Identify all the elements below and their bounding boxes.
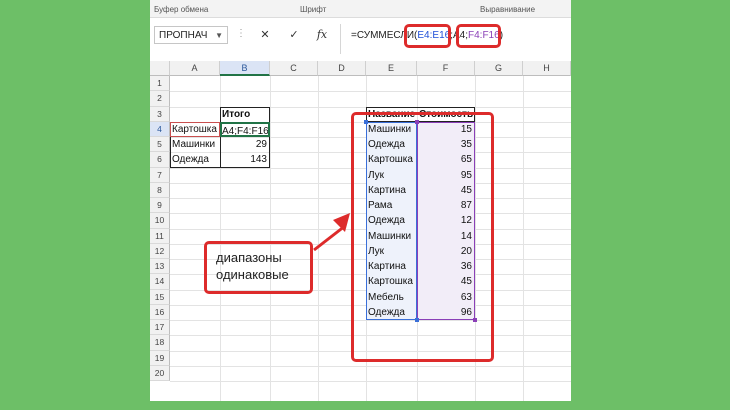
select-all-corner[interactable] — [150, 61, 170, 76]
row-header[interactable]: 15 — [150, 289, 170, 305]
callout-line-2: одинаковые — [216, 267, 289, 282]
row-header[interactable]: 11 — [150, 228, 170, 244]
gridline — [270, 76, 271, 401]
row-header[interactable]: 4 — [150, 121, 170, 137]
column-header-b[interactable]: B — [220, 61, 270, 76]
gridline — [170, 365, 571, 367]
column-header-h[interactable]: H — [523, 61, 571, 76]
name-box-value: ПРОПНАЧ — [159, 30, 208, 41]
gridline — [170, 91, 571, 93]
column-header-a[interactable]: A — [170, 61, 220, 76]
name-box[interactable]: ПРОПНАЧ ▼ — [154, 26, 228, 44]
summary-name-cell[interactable]: Одежда — [170, 152, 220, 167]
row-header[interactable]: 1 — [150, 76, 170, 92]
row-header[interactable]: 6 — [150, 152, 170, 168]
summary-name-cell[interactable]: Картошка — [170, 122, 220, 137]
formula-bar: ПРОПНАЧ ▼ ⋮ ✕ ✓ fx =СУММЕСЛИ(E4:E16;A4;F… — [150, 18, 571, 60]
row-header[interactable]: 5 — [150, 137, 170, 153]
summary-name-cell[interactable]: Машинки — [170, 137, 220, 152]
summary-header[interactable]: Итого — [220, 107, 270, 122]
enter-button[interactable]: ✓ — [283, 26, 305, 44]
callout-line-1: диапазоны — [216, 250, 282, 265]
row-header[interactable]: 17 — [150, 320, 170, 336]
row-header[interactable]: 13 — [150, 259, 170, 275]
row-header[interactable]: 12 — [150, 243, 170, 259]
range-1-annotation-box — [404, 24, 451, 48]
ribbon-group-labels: Буфер обмена Шрифт Выравнивание — [150, 0, 571, 18]
column-header-d[interactable]: D — [318, 61, 366, 76]
summary-value-cell[interactable]: 29 — [220, 137, 270, 152]
column-header-f[interactable]: F — [417, 61, 475, 76]
ribbon-group-alignment[interactable]: Выравнивание — [480, 5, 535, 14]
row-header[interactable]: 18 — [150, 335, 170, 351]
gridline — [170, 381, 571, 382]
row-header[interactable]: 14 — [150, 274, 170, 290]
ribbon-group-font[interactable]: Шрифт — [300, 5, 326, 14]
active-cell[interactable]: A4;F4:F16) — [220, 121, 270, 137]
drag-handle-icon[interactable]: ⋮ — [236, 28, 247, 39]
column-header-e[interactable]: E — [366, 61, 417, 76]
row-header[interactable]: 19 — [150, 350, 170, 366]
row-header[interactable]: 16 — [150, 304, 170, 320]
row-header[interactable]: 8 — [150, 182, 170, 198]
summary-value-cell[interactable]: 143 — [220, 152, 270, 167]
row-header[interactable]: 3 — [150, 106, 170, 122]
callout-text: диапазоны одинаковые — [216, 249, 289, 283]
row-header[interactable]: 10 — [150, 213, 170, 229]
ribbon-group-clipboard[interactable]: Буфер обмена — [154, 5, 208, 14]
insert-function-button[interactable]: fx — [311, 26, 333, 44]
row-header[interactable]: 2 — [150, 91, 170, 107]
chevron-down-icon[interactable]: ▼ — [215, 27, 223, 45]
row-header[interactable]: 20 — [150, 365, 170, 381]
data-table-annotation-box — [351, 112, 494, 362]
row-header[interactable]: 9 — [150, 198, 170, 214]
cancel-button[interactable]: ✕ — [254, 26, 276, 44]
gridline — [318, 76, 319, 401]
range-2-annotation-box — [456, 24, 501, 48]
column-header-g[interactable]: G — [475, 61, 523, 76]
gridline — [523, 76, 524, 401]
column-header-c[interactable]: C — [270, 61, 318, 76]
row-header[interactable]: 7 — [150, 167, 170, 183]
